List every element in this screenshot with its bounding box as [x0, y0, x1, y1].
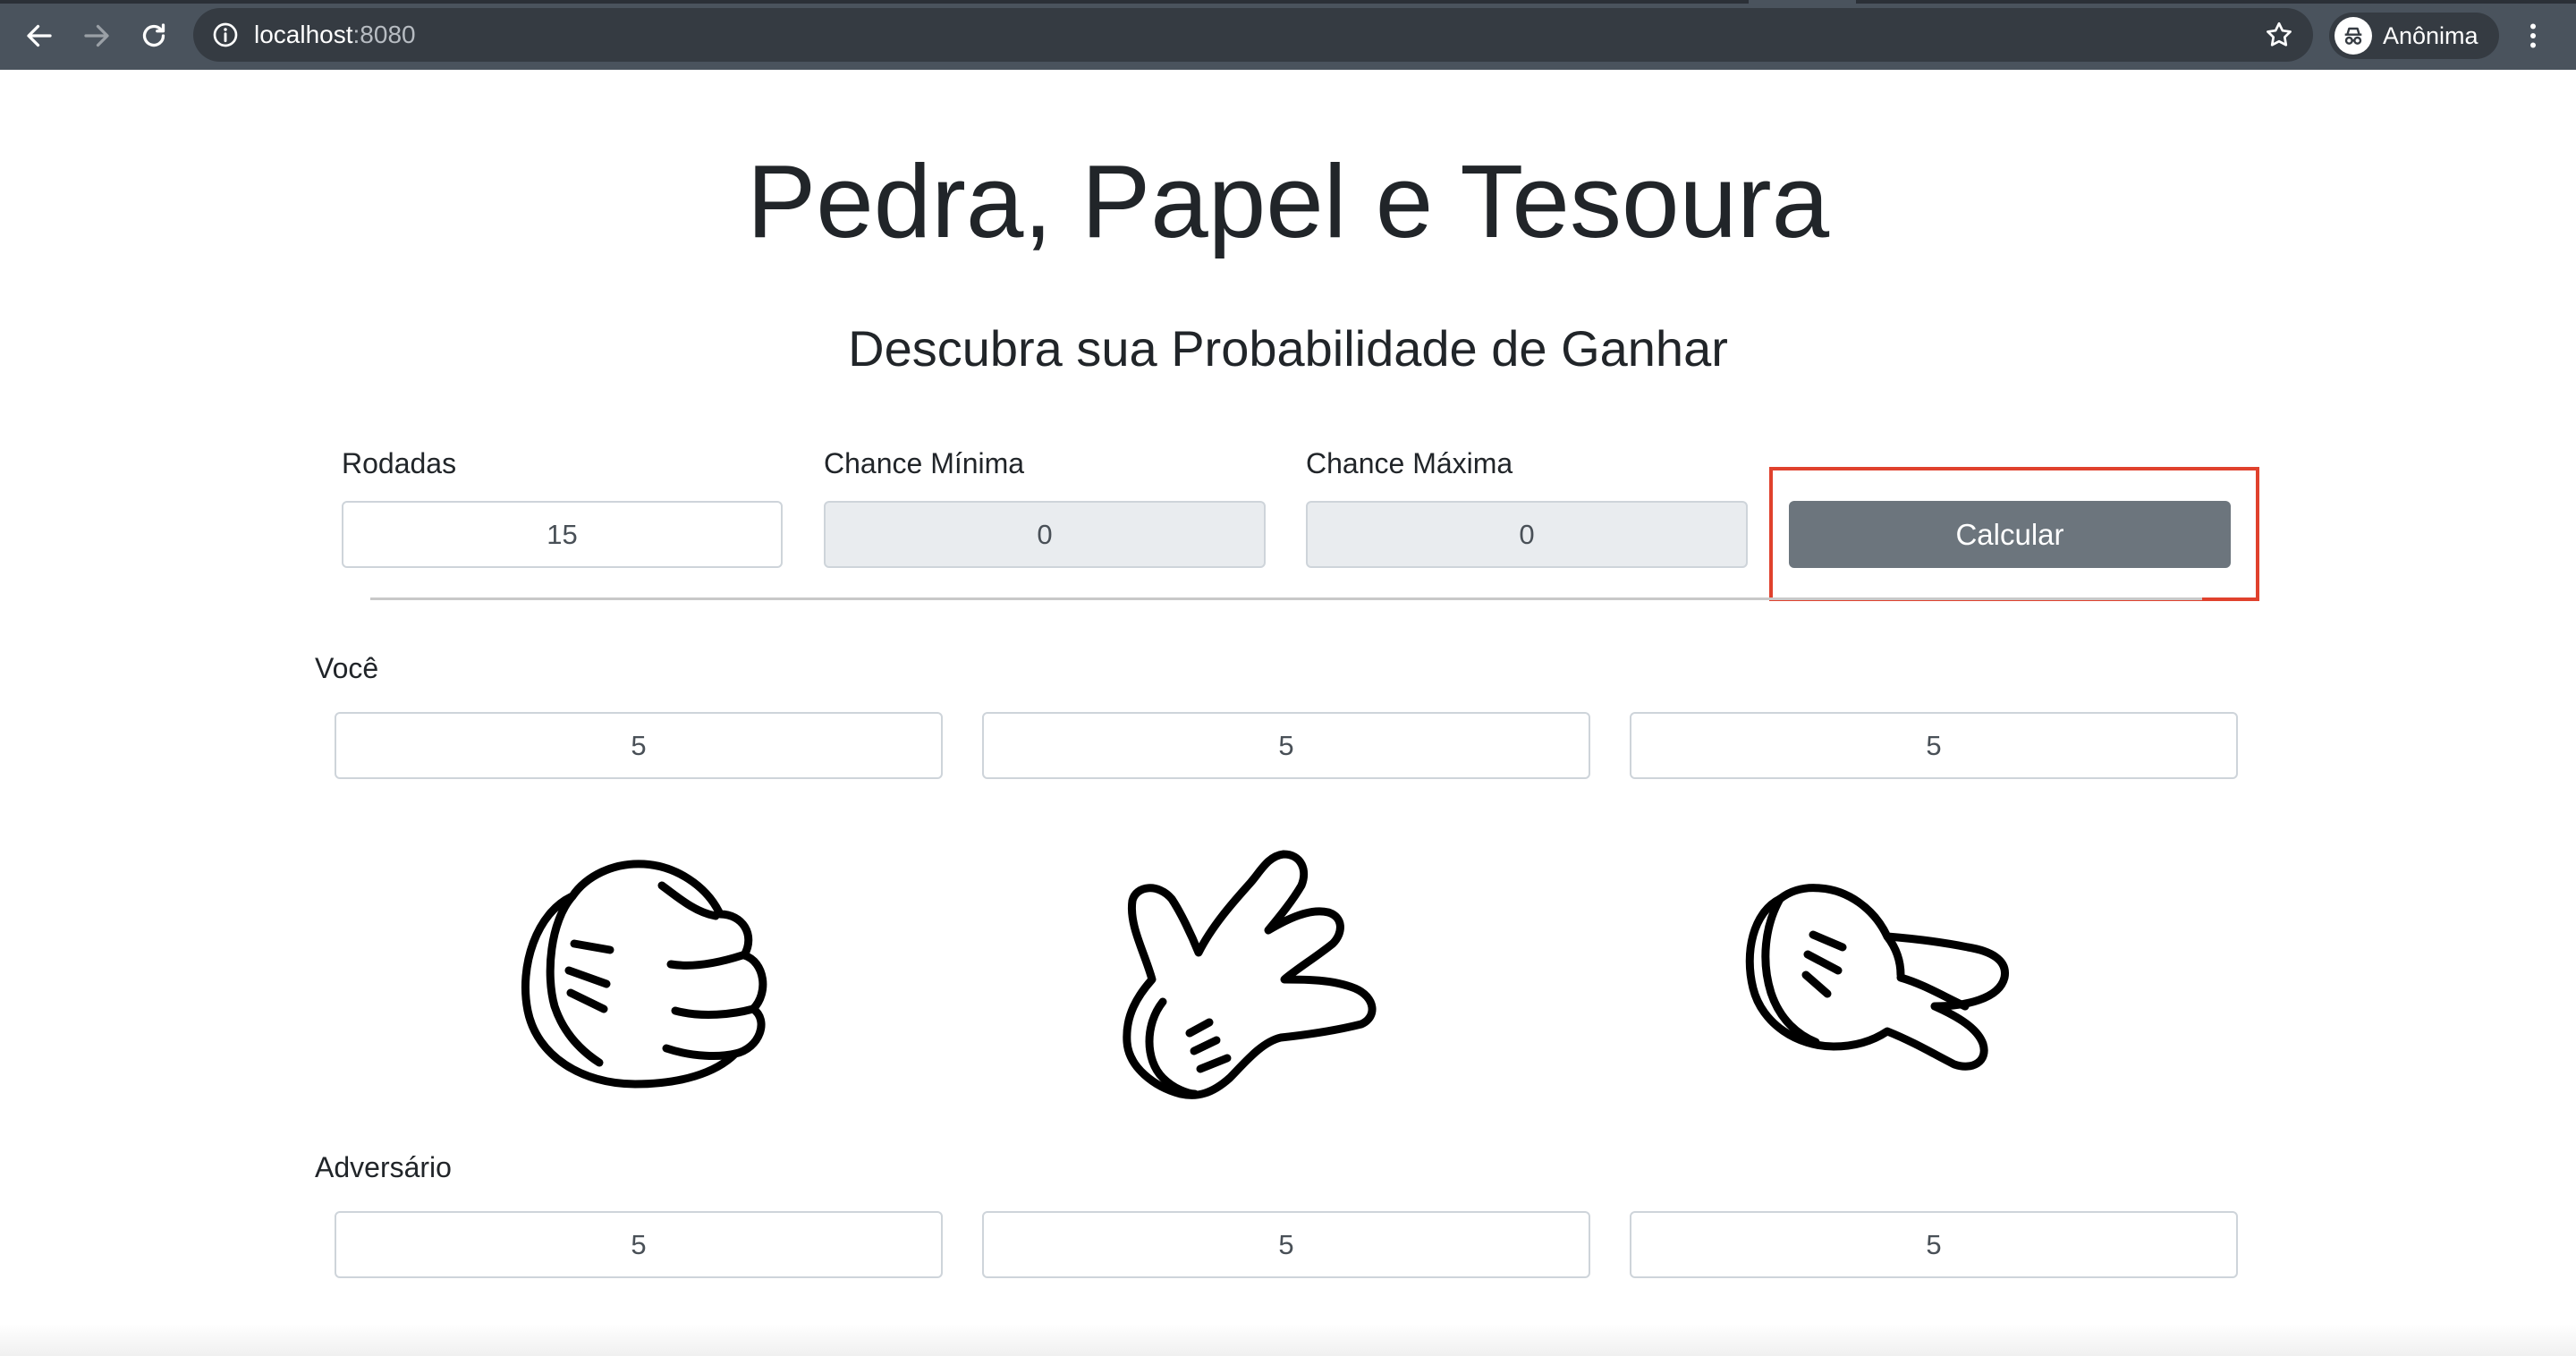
you-rock-input[interactable] [335, 712, 943, 779]
bookmark-star-icon[interactable] [2263, 19, 2295, 51]
you-label: Você [315, 652, 379, 684]
highlight-box [1769, 467, 2259, 601]
opponent-paper-input[interactable] [982, 1211, 1590, 1278]
profile-label: Anônima [2383, 22, 2479, 49]
arrow-right-icon [84, 24, 109, 47]
page-title: Pedra, Papel e Tesoura [746, 143, 1830, 259]
profile-button[interactable]: Anônima [2329, 13, 2499, 59]
arrow-left-icon [27, 24, 52, 47]
min-chance-label: Chance Mínima [824, 447, 1025, 479]
url-host: localhost [254, 21, 353, 48]
browser-menu-button[interactable] [2515, 18, 2551, 54]
address-bar[interactable]: localhost:8080 [193, 8, 2313, 62]
paper-hand-icon[interactable] [1109, 845, 1404, 1105]
opponent-label: Adversário [315, 1151, 452, 1183]
back-button[interactable] [18, 14, 61, 57]
url-text[interactable]: localhost:8080 [254, 21, 416, 49]
max-chance-field [1306, 501, 1748, 568]
info-icon[interactable] [211, 21, 240, 49]
browser-toolbar: localhost:8080 Anônima [0, 0, 2576, 70]
page-bottom-fade [0, 1324, 2576, 1356]
more-vert-icon [2530, 23, 2536, 48]
rounds-input[interactable] [342, 501, 783, 568]
min-chance-field [824, 501, 1266, 568]
opponent-rock-input[interactable] [335, 1211, 943, 1278]
opponent-scissors-input[interactable] [1630, 1211, 2238, 1278]
max-chance-label: Chance Máxima [1306, 447, 1513, 479]
reload-button[interactable] [132, 14, 175, 57]
you-scissors-input[interactable] [1630, 712, 2238, 779]
scissors-hand-icon[interactable] [1731, 872, 2035, 1087]
page-subtitle: Descubra sua Probabilidade de Ganhar [848, 320, 1728, 377]
rounds-label: Rodadas [342, 447, 457, 479]
divider [370, 597, 2202, 600]
url-port: :8080 [352, 21, 416, 48]
you-paper-input[interactable] [982, 712, 1590, 779]
reload-icon [142, 23, 165, 47]
forward-button[interactable] [75, 14, 118, 57]
rock-hand-icon[interactable] [501, 850, 787, 1100]
incognito-icon [2334, 17, 2372, 55]
tab-strip [0, 0, 2576, 4]
